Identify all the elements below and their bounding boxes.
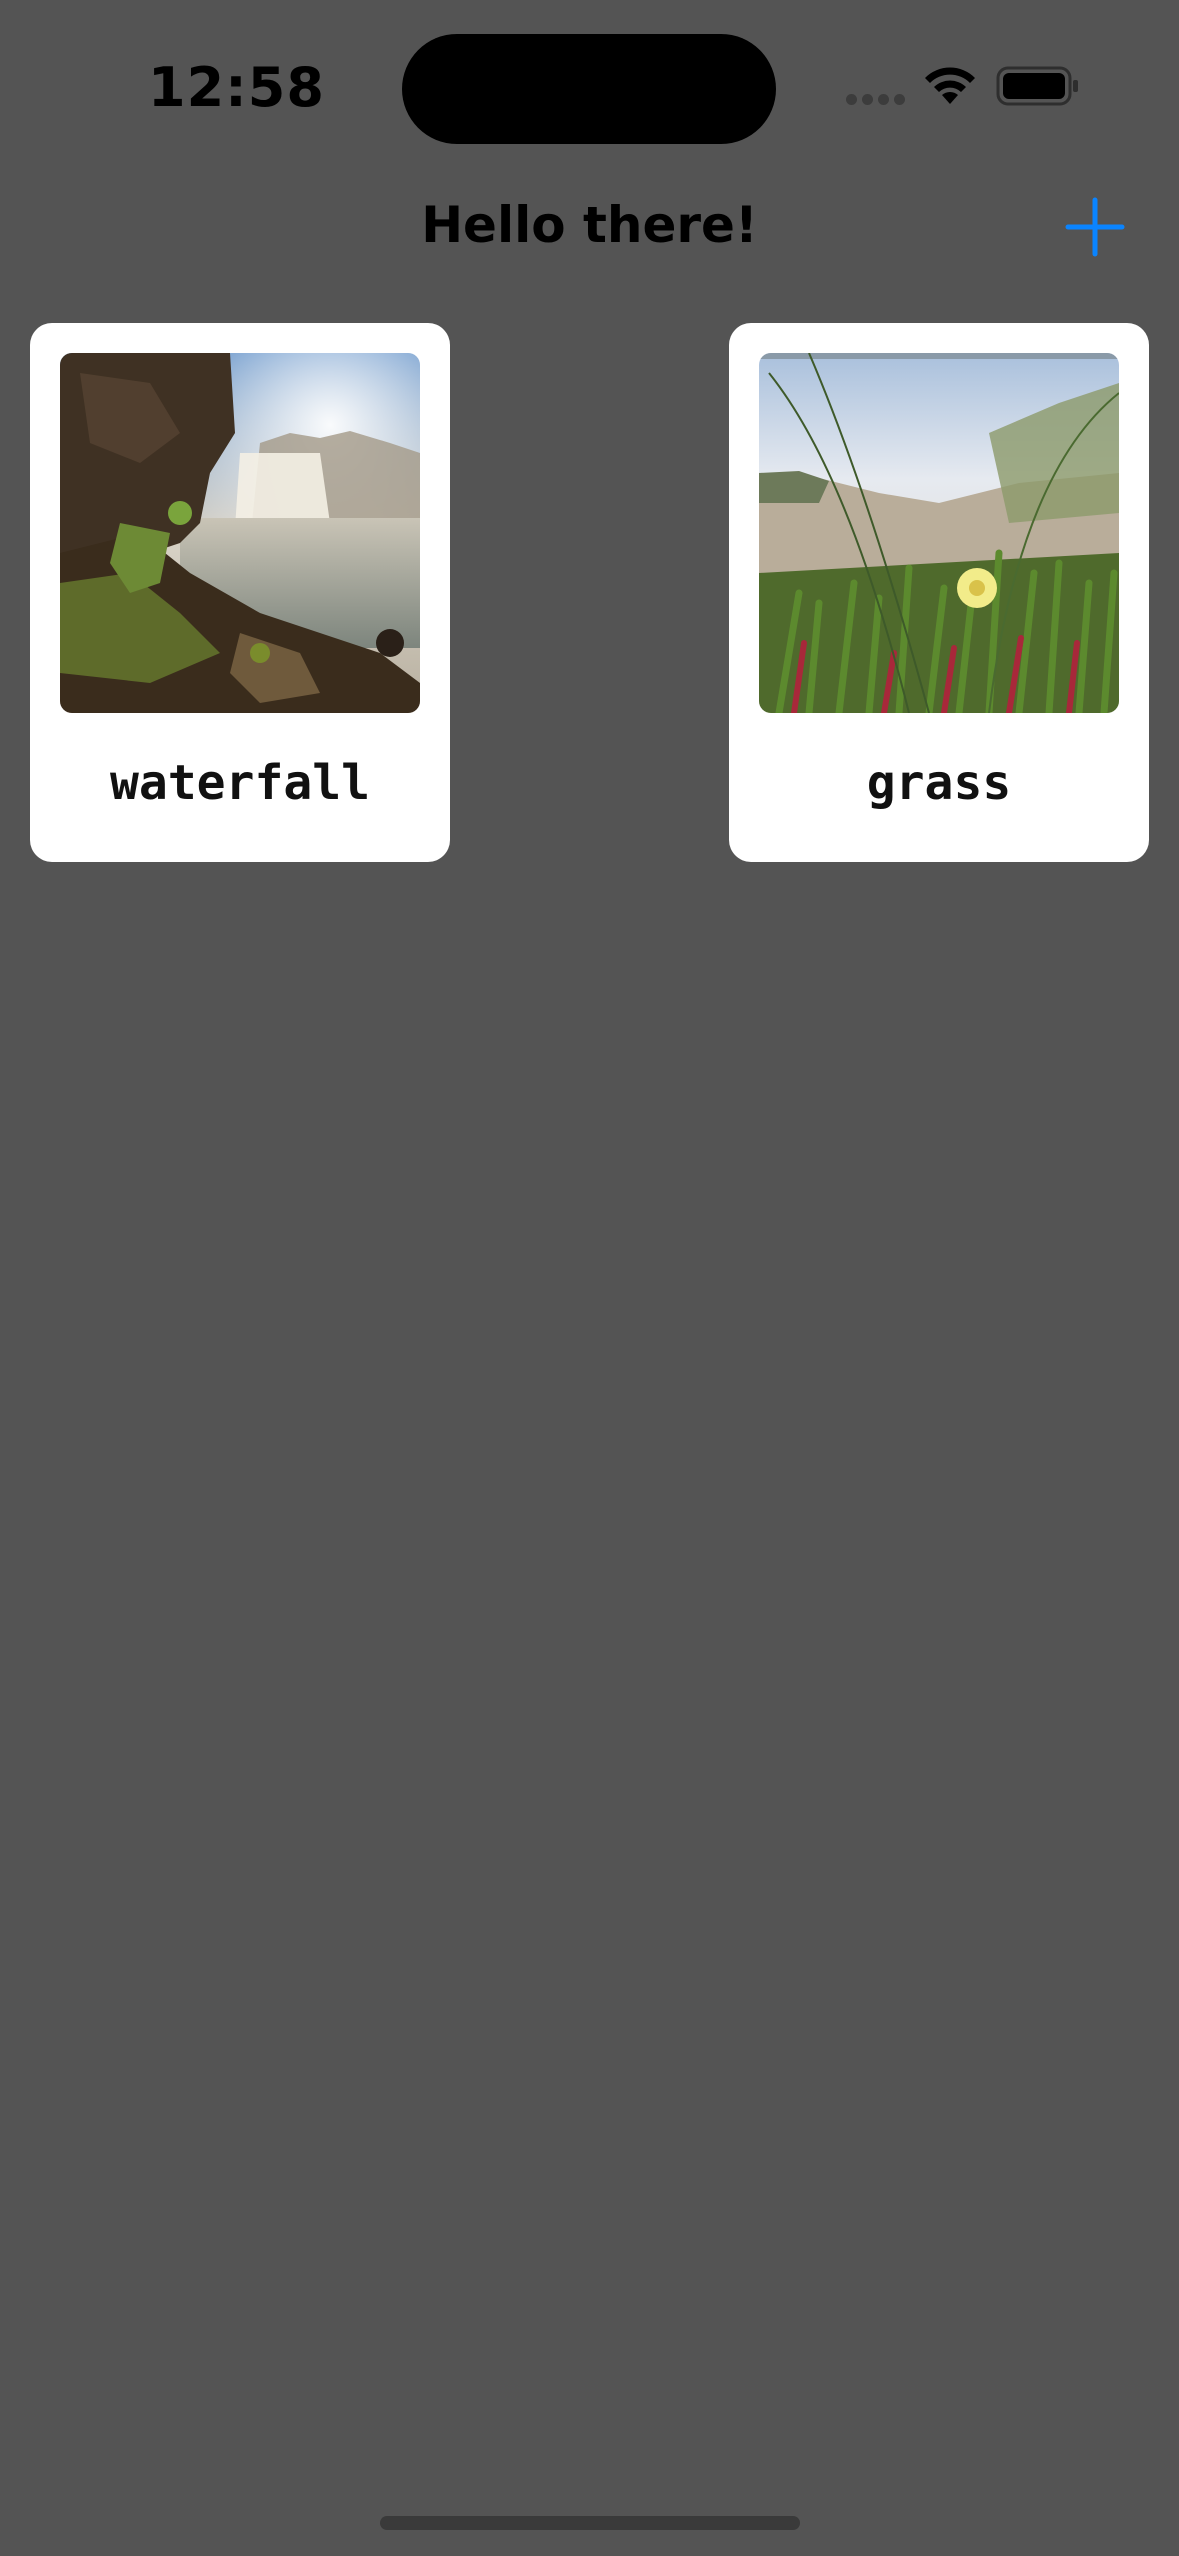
battery-icon <box>996 66 1078 106</box>
card-waterfall[interactable]: waterfall <box>30 323 450 862</box>
card-label: grass <box>866 755 1012 811</box>
dynamic-island <box>402 34 776 144</box>
page-title: Hello there! <box>421 196 758 254</box>
card-label: waterfall <box>109 755 371 811</box>
add-button[interactable] <box>1064 196 1126 258</box>
waterfall-photo <box>60 353 420 713</box>
plus-icon <box>1065 197 1125 257</box>
cellular-signal-icon <box>846 94 906 106</box>
card-grass[interactable]: grass <box>729 323 1149 862</box>
grass-photo <box>759 353 1119 713</box>
home-indicator[interactable] <box>380 2516 800 2530</box>
status-bar: 12:58 <box>0 0 1179 170</box>
status-time: 12:58 <box>148 56 325 119</box>
wifi-icon <box>925 67 975 104</box>
